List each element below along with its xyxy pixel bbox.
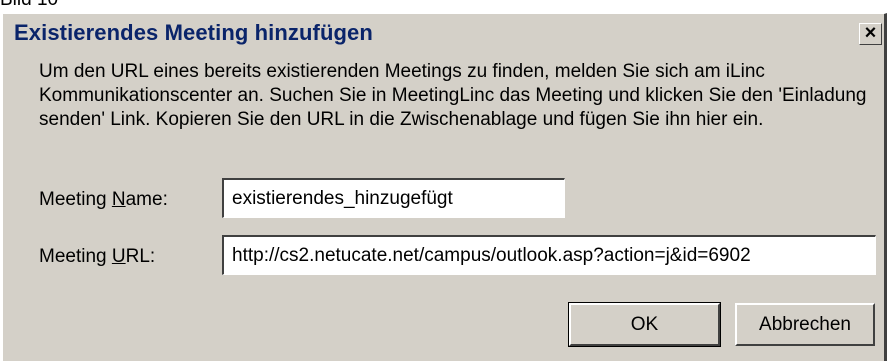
meeting-url-input[interactable] — [222, 235, 876, 275]
ok-button[interactable]: OK — [568, 302, 721, 347]
figure-caption: Bild 10 — [0, 0, 58, 9]
meeting-url-label: Meeting URL: — [39, 246, 156, 267]
close-icon: × — [864, 22, 877, 44]
meeting-name-label: Meeting Name: — [39, 189, 168, 210]
dialog-title: Existierendes Meeting hinzufügen — [14, 20, 373, 45]
meeting-name-input[interactable] — [222, 178, 565, 218]
close-button[interactable]: × — [859, 23, 882, 45]
instructions-text: Um den URL eines bereits existierenden M… — [39, 61, 867, 130]
cancel-button[interactable]: Abbrechen — [735, 303, 875, 346]
add-existing-meeting-dialog: Existierendes Meeting hinzufügen × Um de… — [0, 13, 887, 361]
dialog-titlebar[interactable]: Existierendes Meeting hinzufügen × — [3, 14, 884, 50]
